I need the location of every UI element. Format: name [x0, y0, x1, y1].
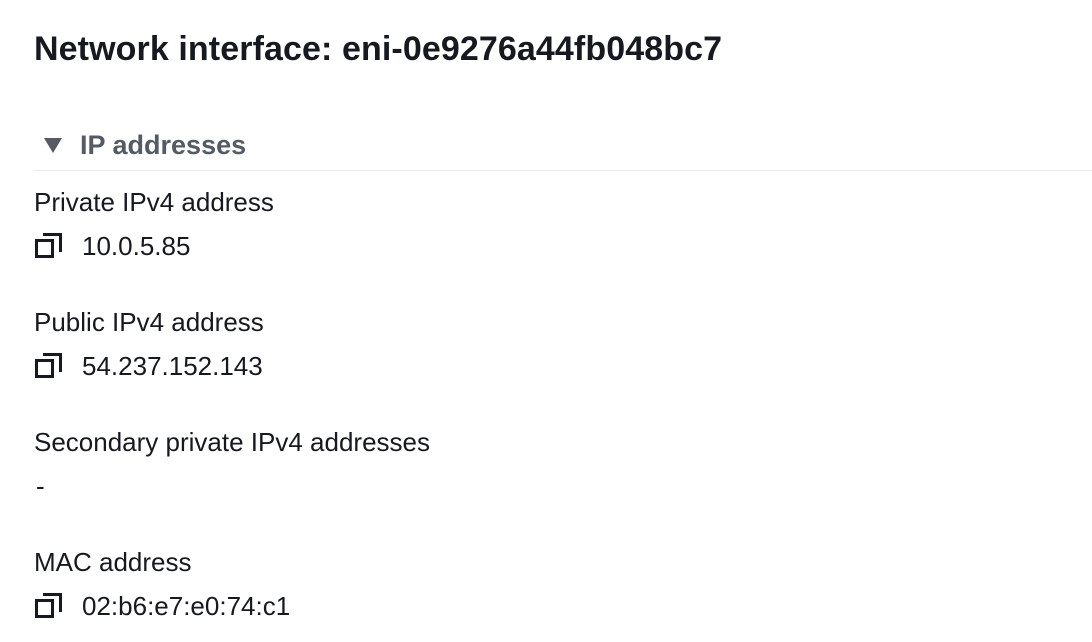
section-divider [34, 170, 1092, 171]
private-ipv4-value: 10.0.5.85 [82, 230, 191, 261]
public-ipv4-value: 54.237.152.143 [82, 350, 263, 381]
mac-address-value: 02:b6:e7:e0:74:c1 [82, 590, 291, 621]
page-title: Network interface: eni-0e9276a44fb048bc7 [34, 30, 723, 68]
copy-icon[interactable] [34, 231, 64, 261]
private-ipv4-value-row: 10.0.5.85 [34, 230, 274, 262]
private-ipv4-label: Private IPv4 address [34, 187, 274, 217]
caret-down-icon [44, 137, 62, 153]
secondary-private-ipv4-field: Secondary private IPv4 addresses - [34, 426, 430, 502]
copy-icon[interactable] [34, 591, 64, 621]
mac-address-label: MAC address [34, 547, 192, 577]
mac-address-field: MAC address 02:b6:e7:e0:74:c1 [34, 546, 290, 622]
private-ipv4-field: Private IPv4 address 10.0.5.85 [34, 186, 274, 262]
public-ipv4-field: Public IPv4 address 54.237.152.143 [34, 306, 264, 382]
mac-address-value-row: 02:b6:e7:e0:74:c1 [34, 590, 290, 622]
secondary-private-ipv4-value: - [36, 470, 45, 501]
copy-icon[interactable] [34, 351, 64, 381]
public-ipv4-label: Public IPv4 address [34, 307, 264, 337]
network-interface-page: Network interface: eni-0e9276a44fb048bc7… [0, 0, 1092, 642]
secondary-private-ipv4-value-row: - [34, 470, 430, 502]
section-title: IP addresses [80, 129, 247, 160]
public-ipv4-value-row: 54.237.152.143 [34, 350, 264, 382]
secondary-private-ipv4-label: Secondary private IPv4 addresses [34, 427, 430, 457]
ip-addresses-section-toggle[interactable]: IP addresses [34, 124, 246, 166]
